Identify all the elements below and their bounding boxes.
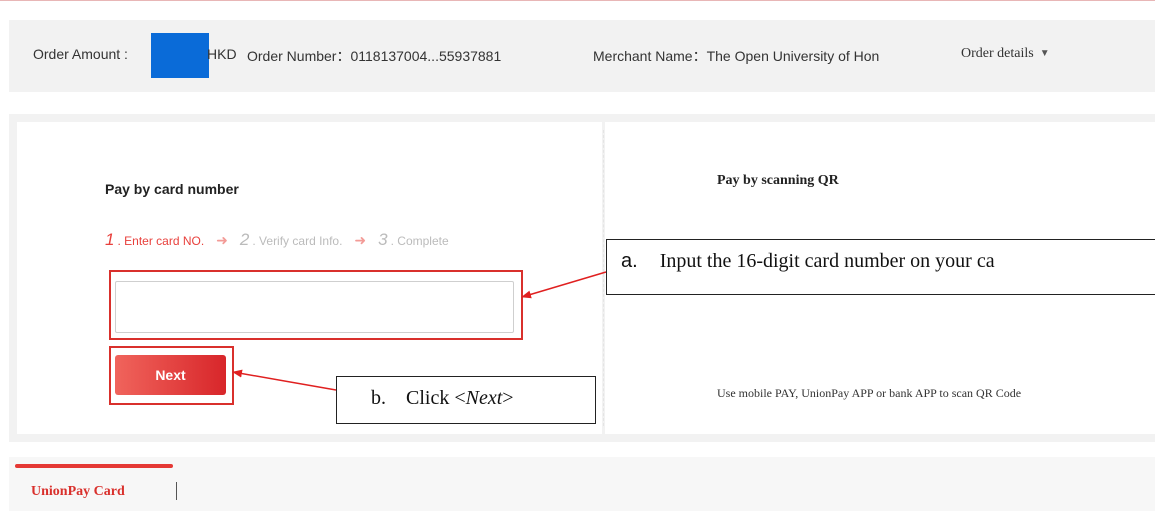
tab-separator bbox=[176, 482, 177, 500]
step-number: 2 bbox=[239, 230, 250, 249]
step-label: Verify card Info. bbox=[259, 234, 343, 248]
arrow-right-icon: ➜ bbox=[354, 232, 367, 248]
order-details-label: Order details bbox=[961, 46, 1034, 61]
qr-payment-title: Pay by scanning QR bbox=[717, 173, 839, 188]
tab-unionpay-card[interactable]: UnionPay Card bbox=[31, 484, 125, 500]
payment-method-tabs bbox=[9, 457, 1155, 511]
merchant-name: Merchant Name：The Open University of Hon bbox=[593, 48, 880, 64]
step-1: 1. Enter card NO. bbox=[105, 230, 205, 249]
chevron-down-icon: ▼ bbox=[1039, 48, 1050, 59]
step-2: 2. Verify card Info. bbox=[239, 230, 343, 249]
order-amount-redaction bbox=[151, 33, 209, 78]
step-number: 3 bbox=[378, 230, 388, 249]
order-amount-label: Order Amount : bbox=[33, 46, 128, 62]
annotation-text-prefix: Click < bbox=[406, 387, 466, 409]
annotation-letter: b. bbox=[371, 387, 386, 409]
annotation-letter: a. bbox=[621, 250, 638, 272]
arrow-right-icon: ➜ bbox=[216, 232, 228, 248]
step-number: 1 bbox=[105, 230, 115, 249]
order-amount-currency: HKD bbox=[207, 46, 237, 62]
qr-payment-hint: Use mobile PAY, UnionPay APP or bank APP… bbox=[717, 386, 1022, 400]
annotation-text-suffix: > bbox=[502, 387, 514, 409]
step-label: Enter card NO. bbox=[124, 234, 205, 248]
annotation-text-emphasis: Next bbox=[465, 387, 503, 409]
next-button[interactable]: Next bbox=[115, 355, 226, 395]
card-number-input[interactable] bbox=[115, 281, 514, 333]
step-3: 3. Complete bbox=[378, 230, 449, 249]
order-details-toggle[interactable]: Order details ▼ bbox=[961, 46, 1050, 62]
card-payment-title: Pay by card number bbox=[105, 181, 239, 197]
order-summary-bar: Order Amount : HKD Order Number：01181370… bbox=[9, 20, 1155, 92]
annotation-callout-b: b. Click <Next> bbox=[336, 376, 596, 424]
order-number: Order Number：0118137004...55937881 bbox=[247, 48, 502, 64]
section-divider bbox=[603, 130, 604, 426]
payment-steps: 1. Enter card NO. ➜ 2. Verify card Info.… bbox=[105, 230, 449, 250]
top-border bbox=[0, 0, 1155, 1]
annotation-callout-a: a. Input the 16-digit card number on your… bbox=[606, 239, 1155, 295]
annotation-text: Input the 16-digit card number on your c… bbox=[659, 250, 995, 272]
step-label: Complete bbox=[397, 234, 449, 248]
active-tab-indicator bbox=[15, 464, 173, 468]
